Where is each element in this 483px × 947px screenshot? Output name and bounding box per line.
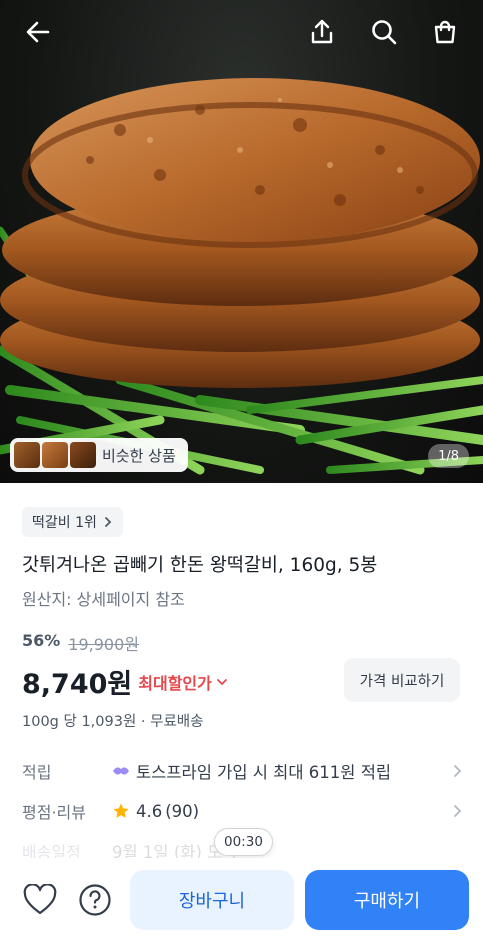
star-icon bbox=[113, 803, 129, 818]
chevron-right-icon bbox=[454, 805, 462, 817]
add-to-cart-button[interactable]: 장바구니 bbox=[130, 870, 294, 930]
chevron-right-icon bbox=[104, 517, 112, 527]
rating-label: 평점·리뷰 bbox=[22, 803, 86, 822]
points-label: 적립 bbox=[22, 763, 52, 782]
similar-label: 비슷한 상품 bbox=[102, 446, 176, 465]
share-icon bbox=[311, 19, 333, 44]
wishlist-button[interactable] bbox=[20, 880, 60, 920]
search-button[interactable] bbox=[364, 12, 404, 52]
cart-button[interactable] bbox=[425, 12, 465, 52]
search-icon bbox=[372, 20, 397, 45]
discount-rate: 56% bbox=[22, 631, 61, 650]
back-button[interactable] bbox=[18, 12, 58, 52]
rank-badge[interactable]: 떡갈비 1위 bbox=[22, 507, 123, 537]
original-price: 19,900원 bbox=[68, 635, 140, 654]
heart-icon bbox=[23, 884, 57, 915]
share-button[interactable] bbox=[302, 12, 342, 52]
product-title: 갓튀겨나온 곱빼기 한돈 왕떡갈비, 160g, 5봉 bbox=[22, 555, 378, 576]
image-counter: 1/8 bbox=[428, 444, 469, 468]
discount-line: 56% 19,900원 bbox=[22, 631, 139, 655]
bottom-action-bar: 장바구니 구매하기 bbox=[0, 858, 483, 947]
help-button[interactable] bbox=[75, 880, 115, 920]
buy-now-button[interactable]: 구매하기 bbox=[305, 870, 469, 930]
product-image[interactable]: 비슷한 상품 1/8 bbox=[0, 0, 483, 483]
product-origin: 원산지: 상세페이지 참조 bbox=[22, 590, 185, 609]
sale-price: 8,740원 bbox=[22, 669, 133, 700]
max-discount-dropdown[interactable]: 최대할인가 bbox=[138, 670, 228, 694]
chevron-right-icon bbox=[454, 765, 462, 777]
question-icon bbox=[79, 884, 111, 916]
rating-value: 4.6 bbox=[136, 801, 163, 821]
compare-price-button[interactable]: 가격 비교하기 bbox=[344, 658, 460, 702]
price-line: 8,740원 최대할인가 bbox=[22, 662, 228, 701]
similar-products-button[interactable]: 비슷한 상품 bbox=[10, 438, 188, 472]
top-navigation-bar bbox=[0, 0, 483, 64]
points-value: 토스프라임 가입 시 최대 611원 적립 bbox=[136, 763, 392, 782]
rank-badge-label: 떡갈비 1위 bbox=[32, 515, 97, 531]
unit-price: 100g 당 1,093원 · 무료배송 bbox=[22, 714, 204, 730]
toss-prime-icon bbox=[113, 767, 129, 775]
chevron-down-icon bbox=[216, 678, 227, 685]
rating-row[interactable]: 평점·리뷰 4.6 (90) bbox=[22, 797, 462, 825]
review-count: (90) bbox=[165, 801, 200, 821]
max-discount-label: 최대할인가 bbox=[138, 673, 212, 693]
similar-thumbnails bbox=[14, 442, 96, 468]
timer-badge: 00:30 bbox=[214, 828, 273, 856]
points-row[interactable]: 적립 토스프라임 가입 시 최대 611원 적립 bbox=[22, 757, 462, 785]
back-arrow-icon bbox=[26, 21, 50, 43]
food-photo bbox=[0, 78, 483, 475]
shopping-bag-icon bbox=[434, 20, 456, 44]
